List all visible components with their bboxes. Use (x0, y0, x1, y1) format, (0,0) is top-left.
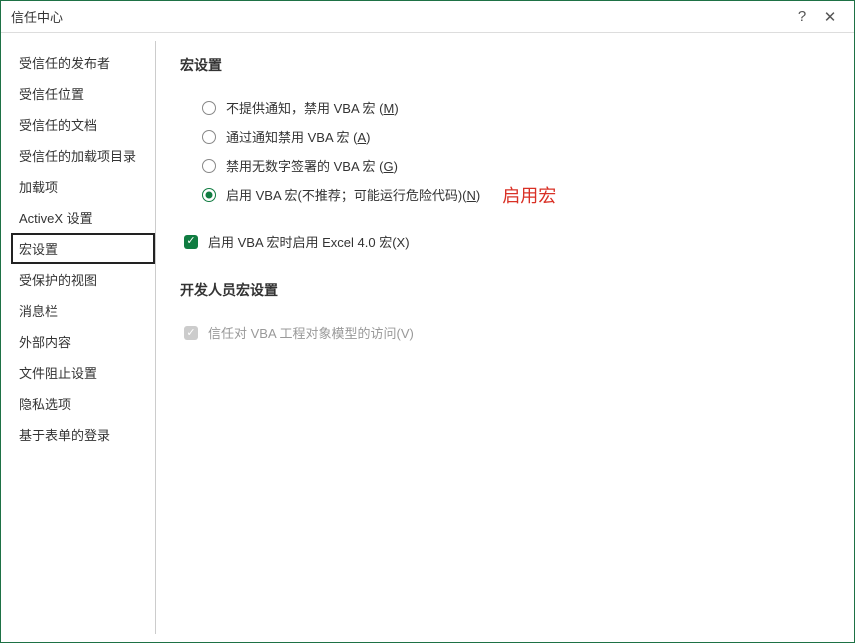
dev-section-title: 开发人员宏设置 (180, 280, 830, 300)
radio-icon (202, 188, 216, 202)
checkbox-label: 启用 VBA 宏时启用 Excel 4.0 宏(X) (208, 232, 410, 251)
window-title: 信任中心 (11, 7, 788, 26)
sidebar-item-external-content[interactable]: 外部内容 (11, 326, 155, 357)
macro-section-title: 宏设置 (180, 55, 830, 75)
sidebar-item-form-login[interactable]: 基于表单的登录 (11, 419, 155, 450)
checkbox-label: 信任对 VBA 工程对象模型的访问(V) (208, 323, 414, 342)
sidebar: 受信任的发布者 受信任位置 受信任的文档 受信任的加载项目录 加载项 Activ… (11, 41, 156, 634)
radio-label: 通过通知禁用 VBA 宏 (A) (226, 127, 370, 146)
annotation-enable-macro: 启用宏 (502, 182, 556, 208)
sidebar-item-file-block[interactable]: 文件阻止设置 (11, 357, 155, 388)
radio-label: 禁用无数字签署的 VBA 宏 (G) (226, 156, 398, 175)
checkbox-excel4[interactable]: ✓ 启用 VBA 宏时启用 Excel 4.0 宏(X) (184, 227, 830, 256)
radio-disable-unsigned[interactable]: 禁用无数字签署的 VBA 宏 (G) (202, 151, 830, 180)
radio-disable-with-notify[interactable]: 通过通知禁用 VBA 宏 (A) (202, 122, 830, 151)
sidebar-item-activex[interactable]: ActiveX 设置 (11, 202, 155, 233)
radio-enable-all[interactable]: 启用 VBA 宏(不推荐；可能运行危险代码)(N) (202, 180, 480, 209)
macro-radio-group: 不提供通知，禁用 VBA 宏 (M) 通过通知禁用 VBA 宏 (A) 禁用无数… (202, 93, 830, 209)
checkbox-trust-vba: ✓ 信任对 VBA 工程对象模型的访问(V) (184, 318, 830, 347)
radio-label: 启用 VBA 宏(不推荐；可能运行危险代码)(N) (226, 185, 480, 204)
sidebar-item-trusted-publishers[interactable]: 受信任的发布者 (11, 47, 155, 78)
sidebar-item-privacy[interactable]: 隐私选项 (11, 388, 155, 419)
radio-icon (202, 101, 216, 115)
content-panel: 宏设置 不提供通知，禁用 VBA 宏 (M) 通过通知禁用 VBA 宏 (A) … (156, 33, 854, 642)
checkbox-icon: ✓ (184, 235, 198, 249)
sidebar-item-trusted-documents[interactable]: 受信任的文档 (11, 109, 155, 140)
titlebar: 信任中心 ? ✕ (1, 1, 854, 33)
sidebar-item-macro-settings[interactable]: 宏设置 (11, 233, 155, 264)
radio-icon (202, 159, 216, 173)
radio-icon (202, 130, 216, 144)
help-button[interactable]: ? (788, 8, 816, 25)
radio-label: 不提供通知，禁用 VBA 宏 (M) (226, 98, 399, 117)
close-button[interactable]: ✕ (816, 8, 844, 26)
sidebar-item-trusted-addins[interactable]: 受信任的加载项目录 (11, 140, 155, 171)
radio-disable-no-notify[interactable]: 不提供通知，禁用 VBA 宏 (M) (202, 93, 830, 122)
sidebar-item-protected-view[interactable]: 受保护的视图 (11, 264, 155, 295)
sidebar-item-message-bar[interactable]: 消息栏 (11, 295, 155, 326)
main-area: 受信任的发布者 受信任位置 受信任的文档 受信任的加载项目录 加载项 Activ… (1, 33, 854, 642)
sidebar-item-addins[interactable]: 加载项 (11, 171, 155, 202)
sidebar-item-trusted-locations[interactable]: 受信任位置 (11, 78, 155, 109)
checkbox-icon: ✓ (184, 326, 198, 340)
